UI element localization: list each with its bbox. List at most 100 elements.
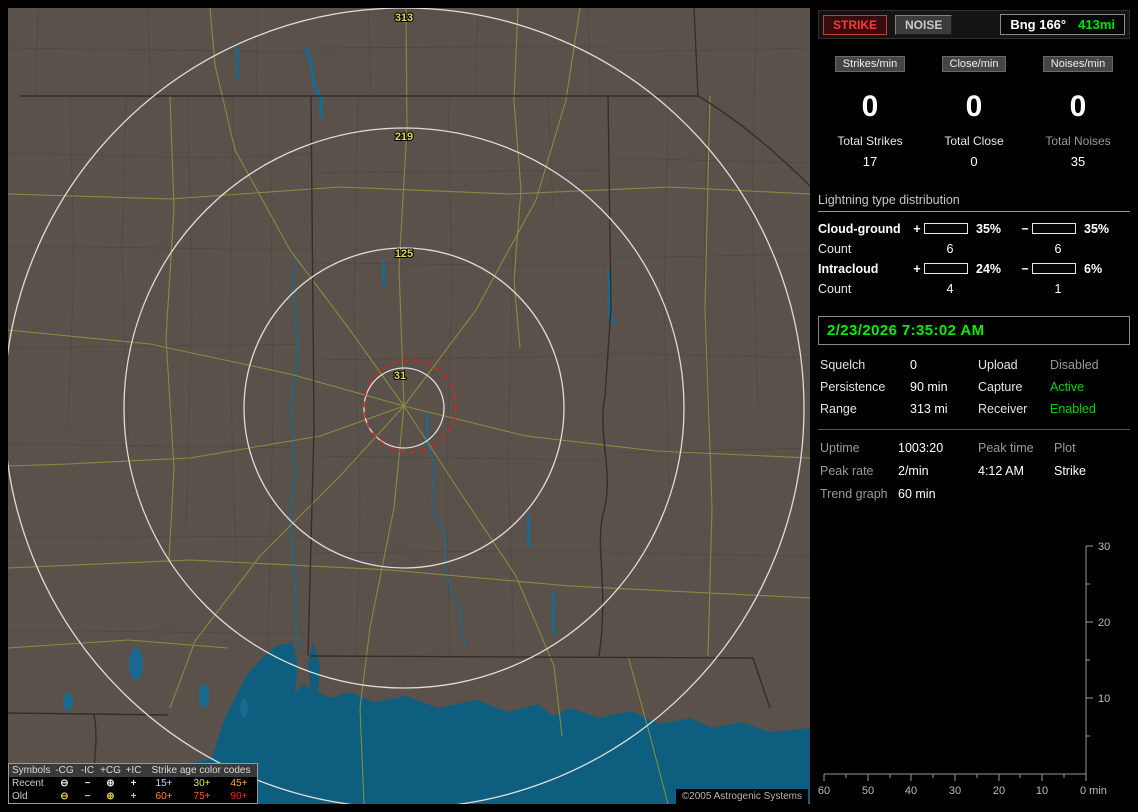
ic-negative-bar (1032, 263, 1076, 274)
y-tick-10: 10 (1098, 693, 1110, 705)
recent-neg-ic-icon: − (84, 778, 91, 789)
total-strikes-value: 17 (862, 153, 878, 169)
peak-time-value: 4:12 AM (978, 463, 1024, 478)
plus-sign: + (913, 261, 921, 276)
strike-map[interactable]: 313 219 125 31 Symbols -CG -IC +CG +IC S… (8, 8, 810, 804)
close-per-min-chip: Close/min (941, 56, 1007, 72)
trend-tick-labels: 30 20 10 60 50 40 30 20 10 0 min (818, 541, 1110, 797)
x-tick-0min: 0 min (1080, 785, 1107, 797)
peak-time-label: Peak time (978, 440, 1034, 455)
legend-recent-label: Recent (12, 778, 44, 789)
capture-status: Active (1050, 379, 1085, 394)
intracloud-label: Intracloud (818, 261, 879, 276)
total-values-row: 17 0 35 (818, 148, 1130, 169)
strike-button[interactable]: STRIKE (823, 14, 888, 35)
legend-age-header: Strike age color codes (151, 765, 251, 776)
total-close-label: Total Close (944, 133, 1004, 148)
rate-chips-row: Strikes/min Close/min Noises/min (818, 54, 1130, 72)
legend-recent-row: Recent ⊖ − ⊕ + 15+ 30+ 45+ (9, 777, 257, 790)
plot-label: Plot (1054, 440, 1076, 455)
section-divider (818, 428, 1130, 430)
legend-symbols-header: Symbols (12, 765, 51, 776)
old-neg-ic-icon: − (84, 791, 91, 802)
total-close-value: 0 (970, 153, 978, 169)
peak-rate-label: Peak rate (820, 463, 874, 478)
app-window: 313 219 125 31 Symbols -CG -IC +CG +IC S… (0, 0, 1138, 812)
y-tick-20: 20 (1098, 617, 1110, 629)
cg-negative-pct: 35% (1084, 221, 1110, 236)
receiver-label: Receiver (978, 401, 1028, 416)
ic-positive-count: 4 (946, 281, 954, 296)
intracloud-count-row: Count 4 1 (818, 282, 1130, 296)
cg-positive-bar (924, 223, 968, 234)
old-pos-cg-icon: ⊕ (106, 791, 115, 802)
age-75: 75+ (193, 791, 211, 802)
age-90: 90+ (230, 791, 248, 802)
toolbar: STRIKE NOISE Bng 166° 413mi (818, 10, 1130, 39)
cg-negative-count: 6 (1054, 241, 1062, 256)
minus-sign: − (1021, 221, 1029, 236)
total-noises-value: 35 (1070, 153, 1086, 169)
legend-old-label: Old (12, 791, 28, 802)
ic-negative-count: 1 (1054, 281, 1062, 296)
age-60: 60+ (155, 791, 173, 802)
cg-negative-bar (1032, 223, 1076, 234)
x-tick-20: 20 (993, 785, 1005, 797)
range-value: 313 mi (910, 401, 948, 416)
cloud-ground-count-row: Count 6 6 (818, 242, 1130, 256)
minus-sign: − (1021, 261, 1029, 276)
close-per-min-value: 0 (965, 90, 983, 123)
noise-button[interactable]: NOISE (895, 14, 953, 35)
recent-neg-cg-icon: ⊖ (60, 778, 69, 789)
cloud-ground-label: Cloud-ground (818, 221, 901, 236)
count-label: Count (818, 281, 852, 296)
trend-graph-label: Trend graph (820, 486, 888, 501)
peak-rate-value: 2/min (898, 463, 929, 478)
x-tick-50: 50 (862, 785, 874, 797)
ic-positive-pct: 24% (976, 261, 1002, 276)
plus-sign: + (913, 221, 921, 236)
bearing-readout: Bng 166° 413mi (1000, 14, 1125, 35)
squelch-label: Squelch (820, 357, 866, 372)
rate-values-row: 0 0 0 (818, 87, 1130, 125)
strikes-per-min-value: 0 (861, 90, 879, 123)
x-tick-40: 40 (905, 785, 917, 797)
strikes-per-min-chip: Strikes/min (834, 56, 906, 72)
noises-per-min-chip: Noises/min (1042, 56, 1114, 72)
bearing-label: Bng 166° (1010, 17, 1067, 32)
ic-positive-bar (924, 263, 968, 274)
upload-status: Disabled (1050, 357, 1099, 372)
capture-label: Capture (978, 379, 1023, 394)
ring-label-219: 219 (395, 131, 413, 143)
datetime-display: 2/23/2026 7:35:02 AM (818, 315, 1130, 345)
x-tick-30: 30 (949, 785, 961, 797)
uptime-label: Uptime (820, 440, 860, 455)
trend-axes (823, 545, 1093, 781)
upload-label: Upload (978, 357, 1018, 372)
receiver-status: Enabled (1050, 401, 1096, 416)
old-neg-cg-icon: ⊖ (60, 791, 69, 802)
ring-label-31: 31 (394, 370, 406, 382)
uptime-value: 1003:20 (898, 440, 944, 455)
recent-pos-ic-icon: + (130, 778, 137, 789)
age-30: 30+ (193, 778, 211, 789)
old-pos-ic-icon: + (130, 791, 137, 802)
legend-col-pos-cg: +CG (100, 765, 121, 776)
total-strikes-label: Total Strikes (837, 133, 903, 148)
noises-per-min-value: 0 (1069, 90, 1087, 123)
lightning-type-distribution: Lightning type distribution Cloud-ground… (818, 193, 1130, 302)
map-canvas[interactable]: 313 219 125 31 (8, 8, 810, 804)
x-tick-10: 10 (1036, 785, 1048, 797)
legend-old-row: Old ⊖ − ⊕ + 60+ 75+ 90+ (9, 790, 257, 803)
ring-label-125: 125 (395, 248, 413, 260)
count-label: Count (818, 241, 852, 256)
total-labels-row: Total Strikes Total Close Total Noises (818, 125, 1130, 148)
intracloud-row: Intracloud + 24% − 6% (818, 262, 1130, 276)
x-tick-60: 60 (818, 785, 830, 797)
distribution-title: Lightning type distribution (818, 193, 1130, 212)
plot-value: Strike (1054, 463, 1086, 478)
persistence-value: 90 min (910, 379, 948, 394)
legend-col-pos-ic: +IC (125, 765, 142, 776)
persistence-label: Persistence (820, 379, 886, 394)
y-tick-30: 30 (1098, 541, 1110, 553)
